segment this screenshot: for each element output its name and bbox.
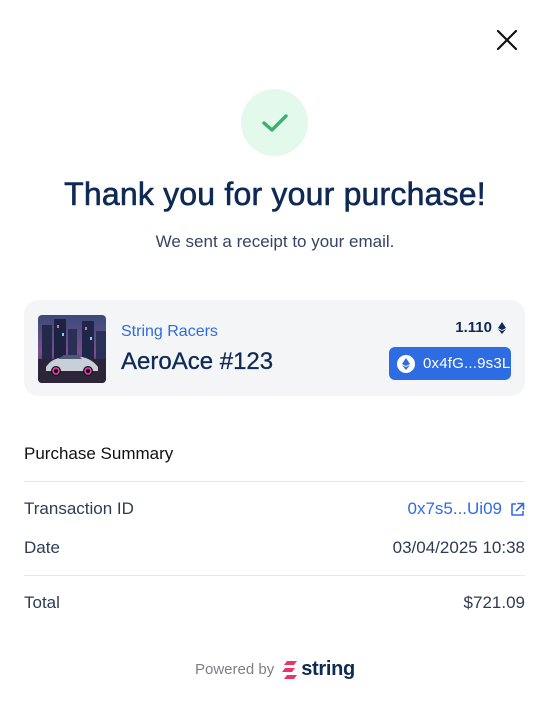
- transaction-id-link[interactable]: 0x7s5...Ui09: [408, 499, 526, 519]
- ethereum-icon: [498, 321, 506, 334]
- page-title: Thank you for your purchase!: [64, 176, 486, 213]
- nft-name: AeroAce #123: [121, 348, 274, 375]
- transaction-id-label: Transaction ID: [24, 499, 134, 518]
- owner-address: 0x4fG...9s3L: [423, 355, 511, 372]
- powered-by-footer: Powered by string: [0, 658, 550, 681]
- owner-address-button[interactable]: 0x4fG...9s3L: [389, 347, 511, 380]
- divider: [24, 481, 525, 482]
- string-logo-text: string: [301, 658, 355, 680]
- nft-thumbnail: [38, 315, 106, 383]
- string-logo[interactable]: string: [282, 658, 355, 681]
- total-label: Total: [24, 593, 60, 612]
- transaction-id-value: 0x7s5...Ui09: [407, 499, 503, 518]
- nft-card: String Racers AeroAce #123 1.110 0x4fG..…: [24, 300, 525, 396]
- date-label: Date: [24, 538, 60, 557]
- powered-by-label: Powered by: [195, 661, 275, 678]
- price-value: 1.110: [455, 319, 492, 336]
- divider: [24, 575, 525, 576]
- close-button[interactable]: [491, 24, 523, 56]
- summary-heading: Purchase Summary: [24, 444, 174, 463]
- total-value: $721.09: [463, 593, 525, 612]
- success-badge: [241, 89, 308, 156]
- purchase-success-modal: Thank you for your purchase! We sent a r…: [0, 0, 550, 712]
- close-icon: [496, 29, 518, 51]
- nft-collection: String Racers: [121, 323, 218, 340]
- checkmark-icon: [261, 113, 288, 132]
- ethereum-icon: [397, 354, 415, 373]
- external-link-icon: [511, 502, 525, 516]
- string-logo-icon: [282, 660, 298, 679]
- nft-price: 1.110: [455, 319, 506, 336]
- date-value: 03/04/2025 10:38: [392, 538, 525, 557]
- receipt-message: We sent a receipt to your email.: [155, 232, 395, 251]
